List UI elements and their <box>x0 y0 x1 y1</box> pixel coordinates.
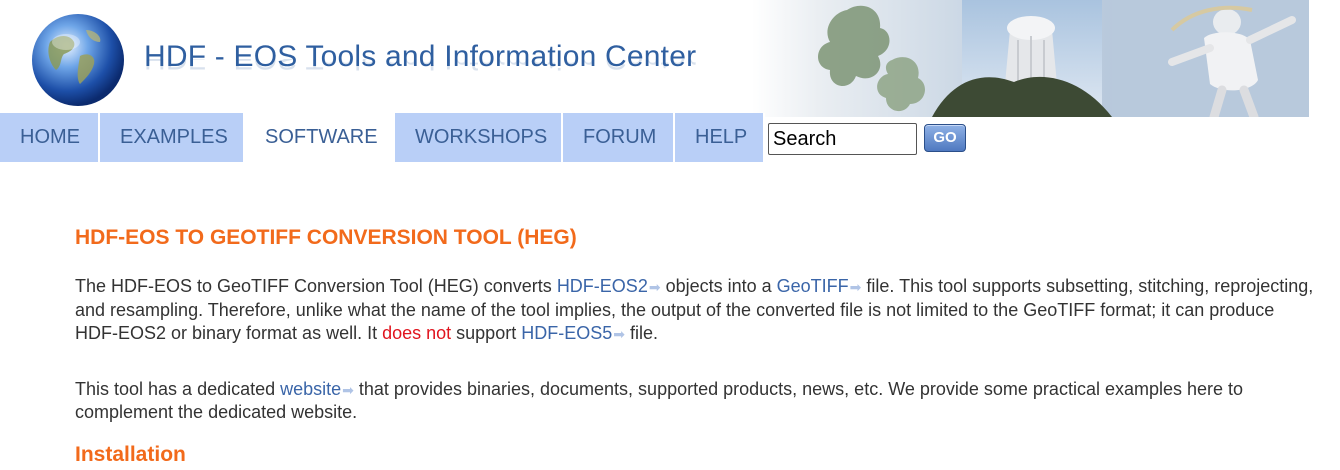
search-input[interactable] <box>768 123 917 155</box>
nav-help[interactable]: HELP <box>675 113 765 162</box>
banner-image <box>752 0 1309 117</box>
page: HDF - EOS Tools and Information Center H… <box>0 0 1340 470</box>
nav-software[interactable]: SOFTWARE <box>245 113 395 162</box>
external-link-icon: ➡ <box>342 382 354 398</box>
globe-icon <box>32 14 124 106</box>
go-button[interactable]: GO <box>924 124 966 152</box>
website-paragraph-continued: complement the dedicated website. <box>75 402 358 422</box>
nav-workshops[interactable]: WORKSHOPS <box>395 113 563 162</box>
text: that provides binaries, documents, suppo… <box>353 379 1244 399</box>
site-header: HDF - EOS Tools and Information Center H… <box>0 0 1340 117</box>
intro-paragraph: The HDF-EOS to GeoTIFF Conversion Tool (… <box>75 275 1315 346</box>
nav-examples[interactable]: EXAMPLES <box>100 113 245 162</box>
external-link-icon: ➡ <box>613 326 625 342</box>
nav-home[interactable]: HOME <box>0 113 100 162</box>
nav-forum[interactable]: FORUM <box>563 113 675 162</box>
text: file. <box>624 323 658 343</box>
hdf-eos5-link[interactable]: HDF-EOS5 <box>521 323 612 343</box>
website-link[interactable]: website <box>280 379 341 399</box>
text: support <box>451 323 522 343</box>
text: This tool has a dedicated <box>75 379 281 399</box>
site-title-reflection: HDF - EOS Tools and Information Center <box>144 59 696 73</box>
page-title: HDF-EOS TO GEOTIFF CONVERSION TOOL (HEG) <box>75 226 577 249</box>
geotiff-link[interactable]: GeoTIFF <box>777 276 849 296</box>
external-link-icon: ➡ <box>849 279 862 295</box>
warning-text: does not <box>382 323 452 343</box>
installation-heading: Installation <box>75 443 186 466</box>
main-nav: HOME EXAMPLES SOFTWARE WORKSHOPS FORUM H… <box>0 113 765 162</box>
website-paragraph: This tool has a dedicated website➡ that … <box>75 378 1340 402</box>
text: objects into a <box>660 276 777 296</box>
main-content: HDF-EOS TO GEOTIFF CONVERSION TOOL (HEG) <box>75 226 1340 250</box>
text: The HDF-EOS to GeoTIFF Conversion Tool (… <box>75 276 557 296</box>
hdf-eos2-link[interactable]: HDF-EOS2 <box>557 276 648 296</box>
external-link-icon: ➡ <box>648 279 661 295</box>
